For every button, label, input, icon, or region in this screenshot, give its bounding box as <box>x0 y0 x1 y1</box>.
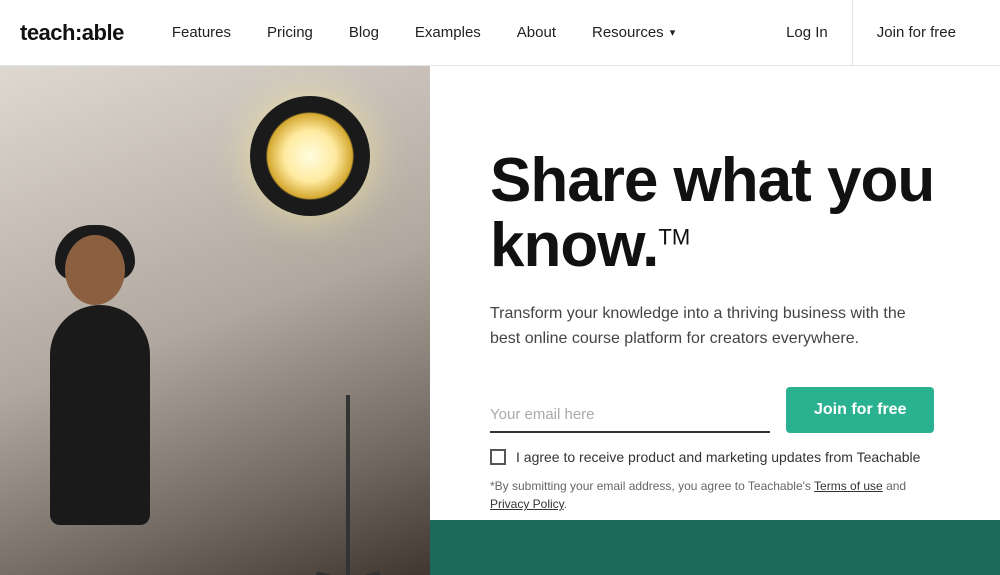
privacy-link[interactable]: Privacy Policy <box>490 497 564 511</box>
hero-section: Share what you know.TM Transform your kn… <box>0 66 1000 575</box>
email-input[interactable] <box>490 398 770 433</box>
nav-links: Features Pricing Blog Examples About Res… <box>156 16 762 49</box>
nav-actions: Log In Join for free <box>762 0 980 66</box>
nav-link-features[interactable]: Features <box>156 16 247 49</box>
chevron-down-icon: ▾ <box>670 26 676 39</box>
person-body <box>50 305 150 525</box>
hero-title: Share what you know.TM <box>490 148 940 278</box>
nav-link-about[interactable]: About <box>501 16 572 49</box>
person-head <box>65 235 125 305</box>
email-form: Join for free <box>490 387 940 433</box>
hero-photo <box>0 66 430 575</box>
nav-link-examples[interactable]: Examples <box>399 16 497 49</box>
marketing-checkbox[interactable] <box>490 449 506 465</box>
hero-image <box>0 66 430 575</box>
checkbox-row: I agree to receive product and marketing… <box>490 449 940 465</box>
terms-link[interactable]: Terms of use <box>814 479 883 493</box>
legal-text: *By submitting your email address, you a… <box>490 477 940 513</box>
login-button[interactable]: Log In <box>762 0 852 66</box>
join-hero-button[interactable]: Join for free <box>786 387 934 433</box>
logo[interactable]: teach:able <box>20 20 124 46</box>
ring-light <box>250 96 370 216</box>
hero-content: Share what you know.TM Transform your kn… <box>430 66 1000 575</box>
join-nav-button[interactable]: Join for free <box>852 0 980 66</box>
nav-link-resources[interactable]: Resources ▾ <box>576 16 691 49</box>
tripod <box>346 395 350 575</box>
checkbox-label[interactable]: I agree to receive product and marketing… <box>516 449 920 465</box>
hero-subtitle: Transform your knowledge into a thriving… <box>490 302 910 352</box>
nav-link-blog[interactable]: Blog <box>333 16 395 49</box>
person-figure <box>30 235 190 525</box>
navbar: teach:able Features Pricing Blog Example… <box>0 0 1000 66</box>
nav-link-pricing[interactable]: Pricing <box>251 16 329 49</box>
